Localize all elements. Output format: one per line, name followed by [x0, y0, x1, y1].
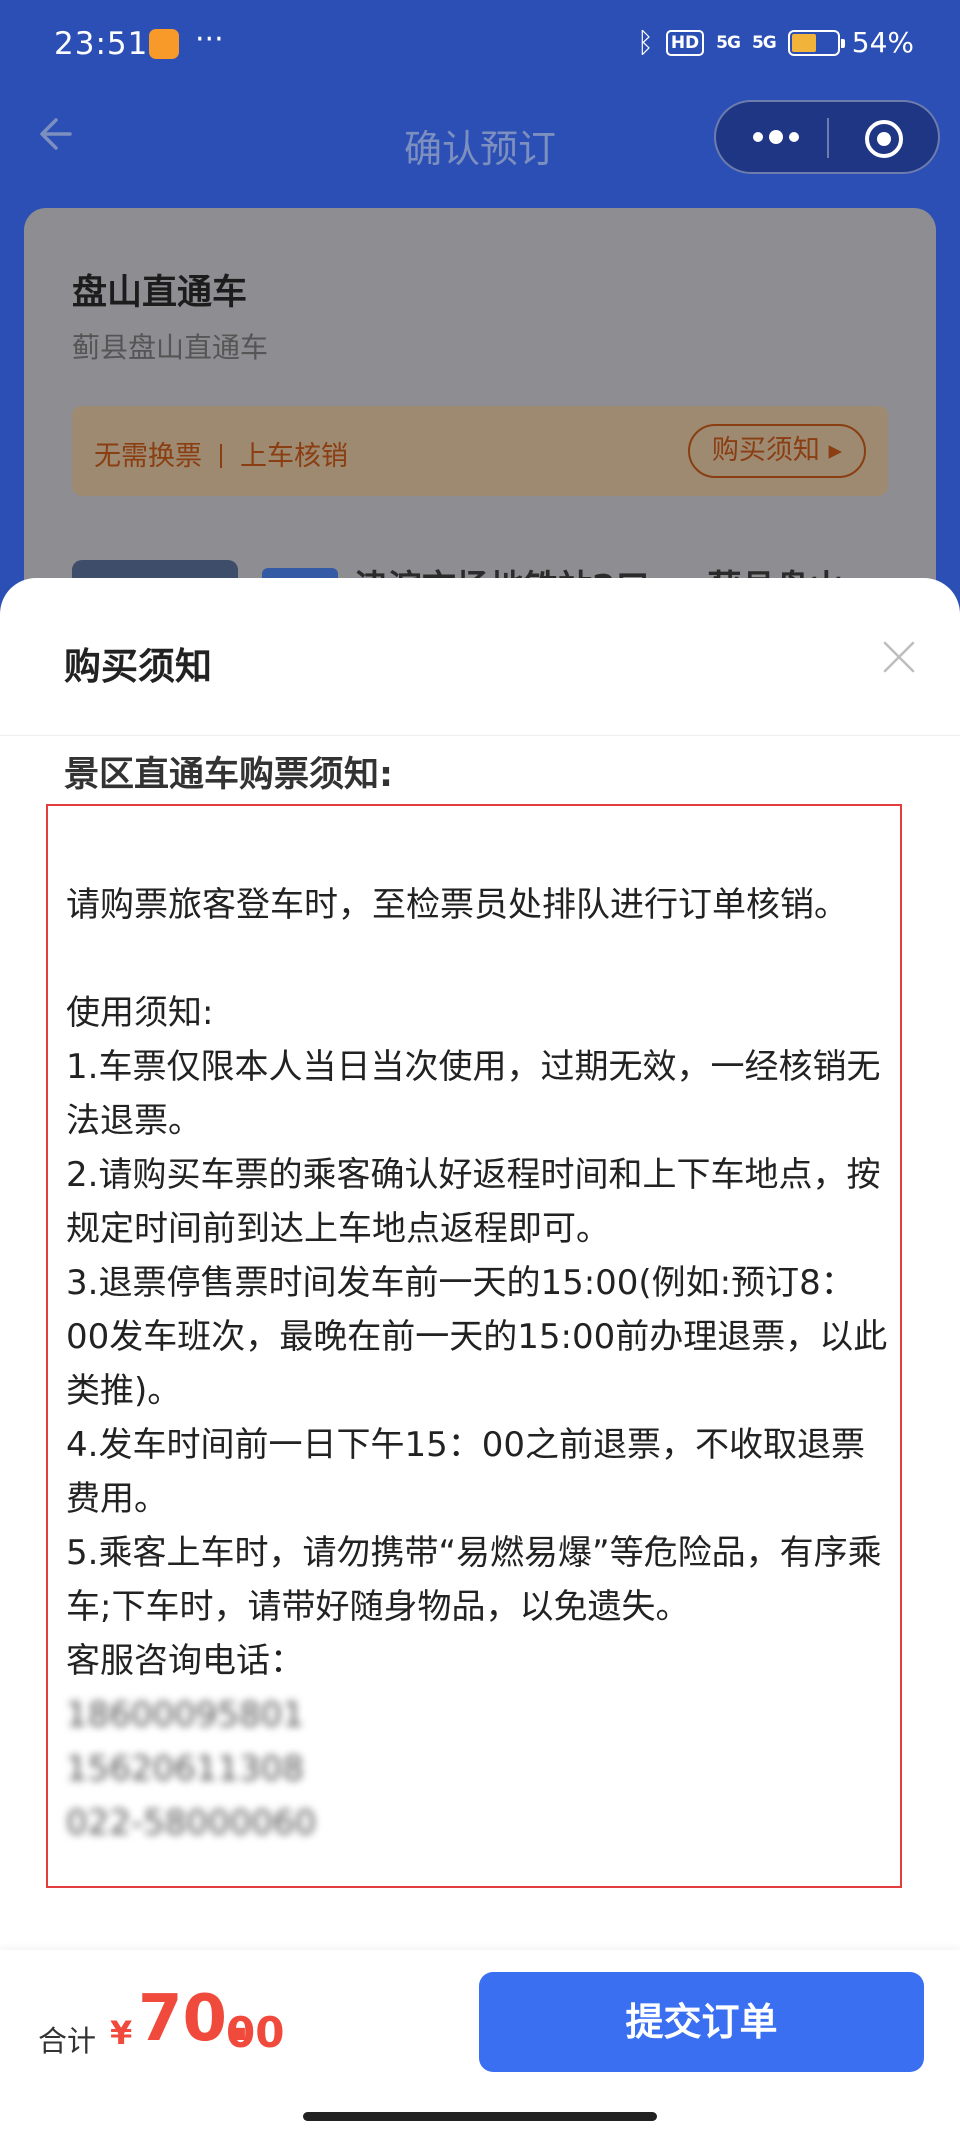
currency-symbol: ¥	[110, 2014, 133, 2052]
nav-bar: 确认预订	[0, 100, 960, 180]
tag-verify-on-board: 上车核销	[240, 441, 348, 472]
phone-number: 18600095801	[66, 1695, 304, 1735]
mini-program-capsule	[714, 100, 940, 174]
sheet-header: 购买须知	[0, 578, 960, 736]
bluetooth-icon: ᛒ	[637, 26, 654, 59]
total-label: 合计	[38, 2024, 97, 2058]
bottom-bar: 合计 ¥ 70. 00 提交订单	[0, 1950, 960, 2133]
close-mini-program-icon[interactable]	[863, 118, 905, 160]
product-subtitle: 蓟县盘山直通车	[72, 331, 269, 364]
notice-line: 3.退票停售票时间发车前一天的15:00(例如:预订8：00发车班次，最晚在前一…	[66, 1263, 888, 1411]
notice-line: 5.乘客上车时，请勿携带“易燃易爆”等危险品，有序乘车;下车时，请带好随身物品，…	[66, 1533, 882, 1627]
ticket-tags: 无需换票 上车核销	[94, 434, 348, 473]
submit-order-button[interactable]: 提交订单	[479, 1972, 924, 2072]
hd-icon: HD	[665, 29, 705, 56]
phone-number: 022-58000060	[66, 1803, 317, 1843]
purchase-notice-sheet: 购买须知 景区直通车购票须知: 请购票旅客登车时，至检票员处排队进行订单核销。 …	[0, 578, 960, 2133]
notice-line: 1.车票仅限本人当日当次使用，过期无效，一经核销无法退票。	[66, 1047, 881, 1141]
more-icon[interactable]	[746, 122, 806, 152]
notice-line: 客服咨询电话：	[66, 1641, 304, 1681]
close-icon[interactable]	[880, 638, 918, 676]
tag-divider	[220, 444, 222, 468]
tag-no-exchange: 无需换票	[94, 441, 202, 472]
notice-line	[66, 932, 896, 986]
notice-heading: 景区直通车购票须知:	[64, 755, 393, 795]
notice-line	[66, 824, 896, 878]
sheet-title: 购买须知	[64, 645, 212, 688]
phone-number: 15620611308	[66, 1749, 304, 1789]
status-bar: 23:51 ··· ᛒ HD 5G 5G 54%	[0, 0, 960, 90]
notice-line: 请购票旅客登车时，至检票员处排队进行订单核销。	[66, 885, 848, 925]
status-time: 23:51	[54, 26, 149, 62]
more-notifications-icon: ···	[195, 22, 224, 57]
notification-app-icon	[149, 29, 179, 59]
home-indicator[interactable]	[303, 2112, 657, 2121]
notice-line: 4.发车时间前一日下午15：00之前退票，不收取退票费用。	[66, 1425, 865, 1519]
status-indicators: ᛒ HD 5G 5G 54%	[637, 26, 914, 59]
ticket-info-bar: 无需换票 上车核销 购买须知 ▸	[72, 406, 888, 496]
battery-text: 54%	[851, 26, 914, 59]
notice-line: 使用须知:	[66, 993, 214, 1033]
product-title: 盘山直通车	[72, 273, 248, 313]
signal-icon-2: 5G	[751, 32, 777, 53]
capsule-divider	[827, 118, 829, 158]
notice-content-box: 请购票旅客登车时，至检票员处排队进行订单核销。 使用须知: 1.车票仅限本人当日…	[46, 804, 902, 1888]
notice-line: 2.请购买车票的乘客确认好返程时间和上下车地点，按规定时间前到达上车地点返程即可…	[66, 1155, 881, 1249]
price-decimal: 00	[226, 2008, 285, 2057]
notice-text: 请购票旅客登车时，至检票员处排队进行订单核销。 使用须知: 1.车票仅限本人当日…	[66, 824, 896, 1850]
signal-icon-1: 5G	[716, 32, 741, 53]
battery-fill	[791, 33, 816, 52]
purchase-notice-button[interactable]: 购买须知 ▸	[687, 424, 866, 478]
battery-icon	[787, 29, 845, 56]
